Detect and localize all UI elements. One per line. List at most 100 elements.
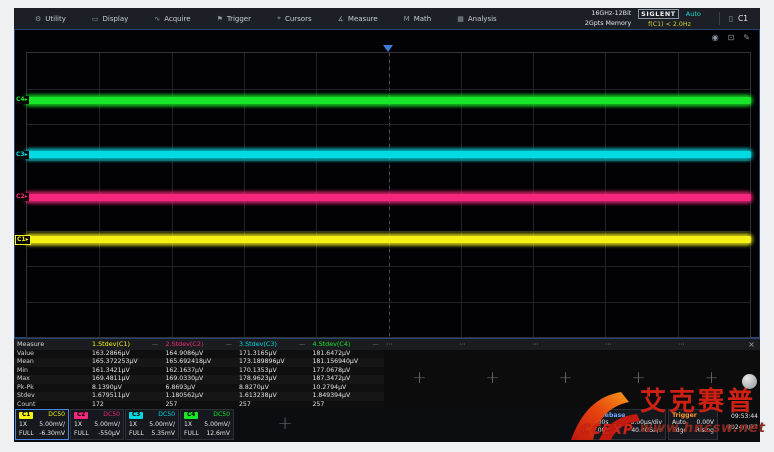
measure-value: 173.189896µV [239,358,285,366]
channel-scale: 5.00mV/ [39,422,65,428]
channel-offset-marker-c3[interactable]: C3▸ [15,151,29,159]
menu-item-display[interactable]: ▭Display [79,8,141,29]
trigger-status-badge[interactable]: Auto [686,10,701,18]
acquisition-info: 16GHz-12Bit 2Gpts Memory [585,9,631,29]
clock: 09:53:44 2024/9/23 [720,412,758,434]
channel-box-c4[interactable]: C4DC501X5.00mV/FULL12.6mV [180,409,234,440]
channel-scale: 5.00mV/ [149,422,175,428]
measure-column-header[interactable]: 3.Stdev(C3) [239,339,277,350]
channel-offset-marker-c4[interactable]: C4▸ [15,96,29,104]
gear-icon: ⚙ [35,15,41,23]
measure-row-label: Stdev [17,392,35,400]
trace-c4[interactable] [26,97,751,104]
menu-item-trigger[interactable]: ⚑Trigger [204,8,264,29]
add-measurement-button[interactable]: + [675,370,748,387]
remove-measure-icon[interactable]: — [299,339,305,350]
divider [719,12,720,25]
gridline-horizontal [27,266,750,267]
trigger-position-marker[interactable] [383,45,393,52]
probe-icon: ▯ [729,14,733,23]
menu-item-label: Acquire [164,15,190,23]
remove-measure-icon[interactable]: — [152,339,158,350]
menu-item-math[interactable]: MMath [391,8,445,29]
remove-measure-icon[interactable]: — [373,339,379,350]
channel-box-row: 1X5.00mV/ [129,422,175,428]
measure-value: 171.3165µV [239,350,277,358]
measure-column-header[interactable]: 1.Stdev(C1) [92,339,130,350]
trigger-box[interactable]: Trigger Auto 0.00V Edge Rising [668,409,718,440]
measure-row: Value163.2866µV164.9086µV171.3165µV181.6… [14,350,384,358]
add-measurement-button[interactable]: + [529,370,602,387]
timebase-delay: 0.00s [592,419,609,427]
channel-box-c3[interactable]: C3DC501X5.00mV/FULL5.35mV [125,409,179,440]
channel-offset-marker-c2[interactable]: C2▸ [15,193,29,201]
timebase-title: Timebase [592,412,662,419]
gridline-horizontal [27,89,750,90]
channel-scale: 5.00mV/ [94,422,120,428]
measure-row: Min161.3421µV162.1637µV170.1353µV177.067… [14,367,384,375]
trigger-mode: Auto [672,419,686,427]
add-channel-button[interactable]: + [272,413,298,435]
clock-date: 2024/9/23 [720,423,758,434]
trace-c3[interactable] [26,151,751,158]
channel-box-c2[interactable]: C2DC501X5.00mV/FULL-550µV [70,409,124,440]
channel-box-row: 1X5.00mV/ [74,422,120,428]
brand-block: SIGLENT Auto f(C1) < 2.0Hz [638,8,701,29]
measure-slot-menu[interactable]: ⋯ [386,339,393,350]
measure-value: 8.8270µV [239,384,269,392]
measure-row-label: Pk-Pk [17,384,34,392]
measure-column-header[interactable]: 2.Stdev(C2) [166,339,204,350]
channel-box-c1[interactable]: C1DC501X5.00mV/FULL-6.30mV [15,409,69,440]
measure-slot-menu[interactable]: ⋯ [678,339,685,350]
channel-coupling: DC50 [103,412,120,418]
measure-column-header[interactable]: 4.Stdev(C4) [313,339,351,350]
channel-chip: C1 [19,412,33,419]
channel-box-row: C2 DC50 [74,412,120,419]
measure-value: 1.180562µV [166,392,204,400]
annotate-icon[interactable]: ✎ [743,33,750,42]
add-measurement-button[interactable]: + [383,370,456,387]
trigger-flag-icon: ⚑ [217,15,223,23]
channel-offset: -550µV [98,431,120,437]
expand-icon[interactable]: ⊡ [728,33,735,42]
channel-chip: C2 [74,412,88,419]
add-measurement-button[interactable]: + [602,370,675,387]
timebase-box[interactable]: Timebase 0.00s 5.00µs/div 2.00Mpts 40.0G… [588,409,666,440]
trace-c2[interactable] [26,194,751,201]
measure-value: 161.3421µV [92,367,130,375]
measure-row: Pk-Pk8.1390µV6.8693µV8.8270µV10.2794µV [14,384,384,392]
measure-slot-menu[interactable]: ⋯ [532,339,539,350]
menu-item-cursors[interactable]: ⌖Cursors [264,8,325,29]
channel-attenuation: 1X [19,422,27,428]
measure-corner-label: Measure [17,339,44,350]
measure-slot-menu[interactable]: ⋯ [605,339,612,350]
active-source-label[interactable]: C1 [738,14,748,23]
menu-item-utility[interactable]: ⚙Utility [22,8,79,29]
menu-item-acquire[interactable]: ∿Acquire [141,8,203,29]
camera-icon[interactable]: ◉ [712,33,719,42]
measure-value: 1.613238µV [239,392,277,400]
measure-slot-menu[interactable]: ⋯ [459,339,466,350]
close-measure-button[interactable]: × [747,340,756,349]
channel-box-row: C3DC50 [129,412,175,419]
frequency-counter: f(C1) < 2.0Hz [638,21,701,28]
menu-item-analysis[interactable]: ▦Analysis [444,8,509,29]
channel-box-row: C1DC50 [19,412,65,419]
measure-value: 177.0678µV [313,367,351,375]
channel-box-row: 1X 5.00mV/ [19,422,65,428]
screenshot: ⚙Utility▭Display∿Acquire⚑Trigger⌖Cursors… [0,0,774,452]
channel-offset-marker-c1[interactable]: C1▸ [15,235,31,245]
channel-offset: -6.30mV [39,431,65,437]
menu-item-measure[interactable]: ∡Measure [325,8,391,29]
remove-measure-icon[interactable]: — [226,339,232,350]
gridline-horizontal [27,231,750,232]
measure-row-label: Min [17,367,28,375]
add-measurement-button[interactable]: + [456,370,529,387]
measure-value: 165.372253µV [92,358,138,366]
waveform-display[interactable]: ◉ ⊡ ✎ C4▸ C3▸ C2▸ C1▸ [14,29,760,338]
menu-item-label: Display [103,15,129,23]
trace-c1[interactable] [26,236,751,243]
acquisition-line1: 16GHz-12Bit [585,9,631,19]
measure-row-label: Value [17,350,34,358]
measure-panel: Measure 1.Stdev(C1) — 2.Stdev(C2) — 3.Stdev(C… [14,338,760,409]
